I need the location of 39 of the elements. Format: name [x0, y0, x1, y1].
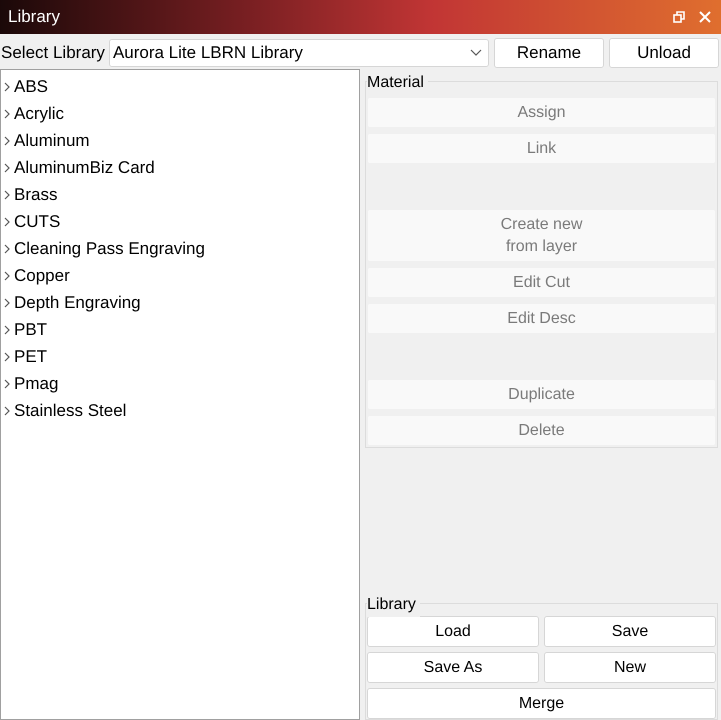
action-button[interactable]: Save — [544, 616, 716, 647]
tree-item[interactable]: PBT — [1, 316, 359, 343]
tree-item[interactable]: Pmag — [1, 370, 359, 397]
tree-item[interactable]: Aluminum — [1, 127, 359, 154]
action-button[interactable]: Load — [367, 616, 539, 647]
chevron-right-icon[interactable] — [3, 244, 11, 254]
chevron-right-icon[interactable] — [3, 136, 11, 146]
chevron-right-icon[interactable] — [3, 352, 11, 362]
action-button[interactable]: Merge — [367, 688, 716, 719]
tree-item[interactable]: Depth Engraving — [1, 289, 359, 316]
restore-icon[interactable] — [673, 11, 685, 23]
chevron-right-icon[interactable] — [3, 324, 11, 334]
tree-item[interactable]: Copper — [1, 262, 359, 289]
toolbar-button[interactable]: Unload — [609, 38, 719, 68]
action-button[interactable]: Save As — [367, 652, 539, 683]
tree-item[interactable]: Cleaning Pass Engraving — [1, 235, 359, 262]
chevron-right-icon[interactable] — [3, 270, 11, 280]
tree-item[interactable]: Brass — [1, 181, 359, 208]
chevron-right-icon[interactable] — [3, 82, 11, 92]
close-icon[interactable] — [699, 11, 711, 23]
action-button[interactable]: New — [544, 652, 716, 683]
chevron-right-icon[interactable] — [3, 378, 11, 388]
chevron-down-icon — [470, 48, 482, 56]
tree-item[interactable]: ABS — [1, 73, 359, 100]
chevron-right-icon[interactable] — [3, 162, 11, 172]
window-title: Library — [8, 6, 61, 28]
tree-item[interactable]: PET — [1, 343, 359, 370]
tree-item[interactable]: AluminumBiz Card — [1, 154, 359, 181]
chevron-right-icon[interactable] — [3, 216, 11, 226]
chevron-right-icon[interactable] — [3, 108, 11, 118]
tree-item[interactable]: CUTS — [1, 208, 359, 235]
chevron-right-icon[interactable] — [3, 190, 11, 200]
select-library-label: Select Library — [0, 42, 105, 64]
chevron-right-icon[interactable] — [3, 406, 11, 416]
tree-item[interactable]: Stainless Steel — [1, 397, 359, 424]
chevron-right-icon[interactable] — [3, 298, 11, 308]
toolbar-button[interactable]: Rename — [494, 38, 604, 68]
tree-item[interactable]: Acrylic — [1, 100, 359, 127]
library-dropdown[interactable]: Aurora Lite LBRN Library — [108, 38, 489, 66]
